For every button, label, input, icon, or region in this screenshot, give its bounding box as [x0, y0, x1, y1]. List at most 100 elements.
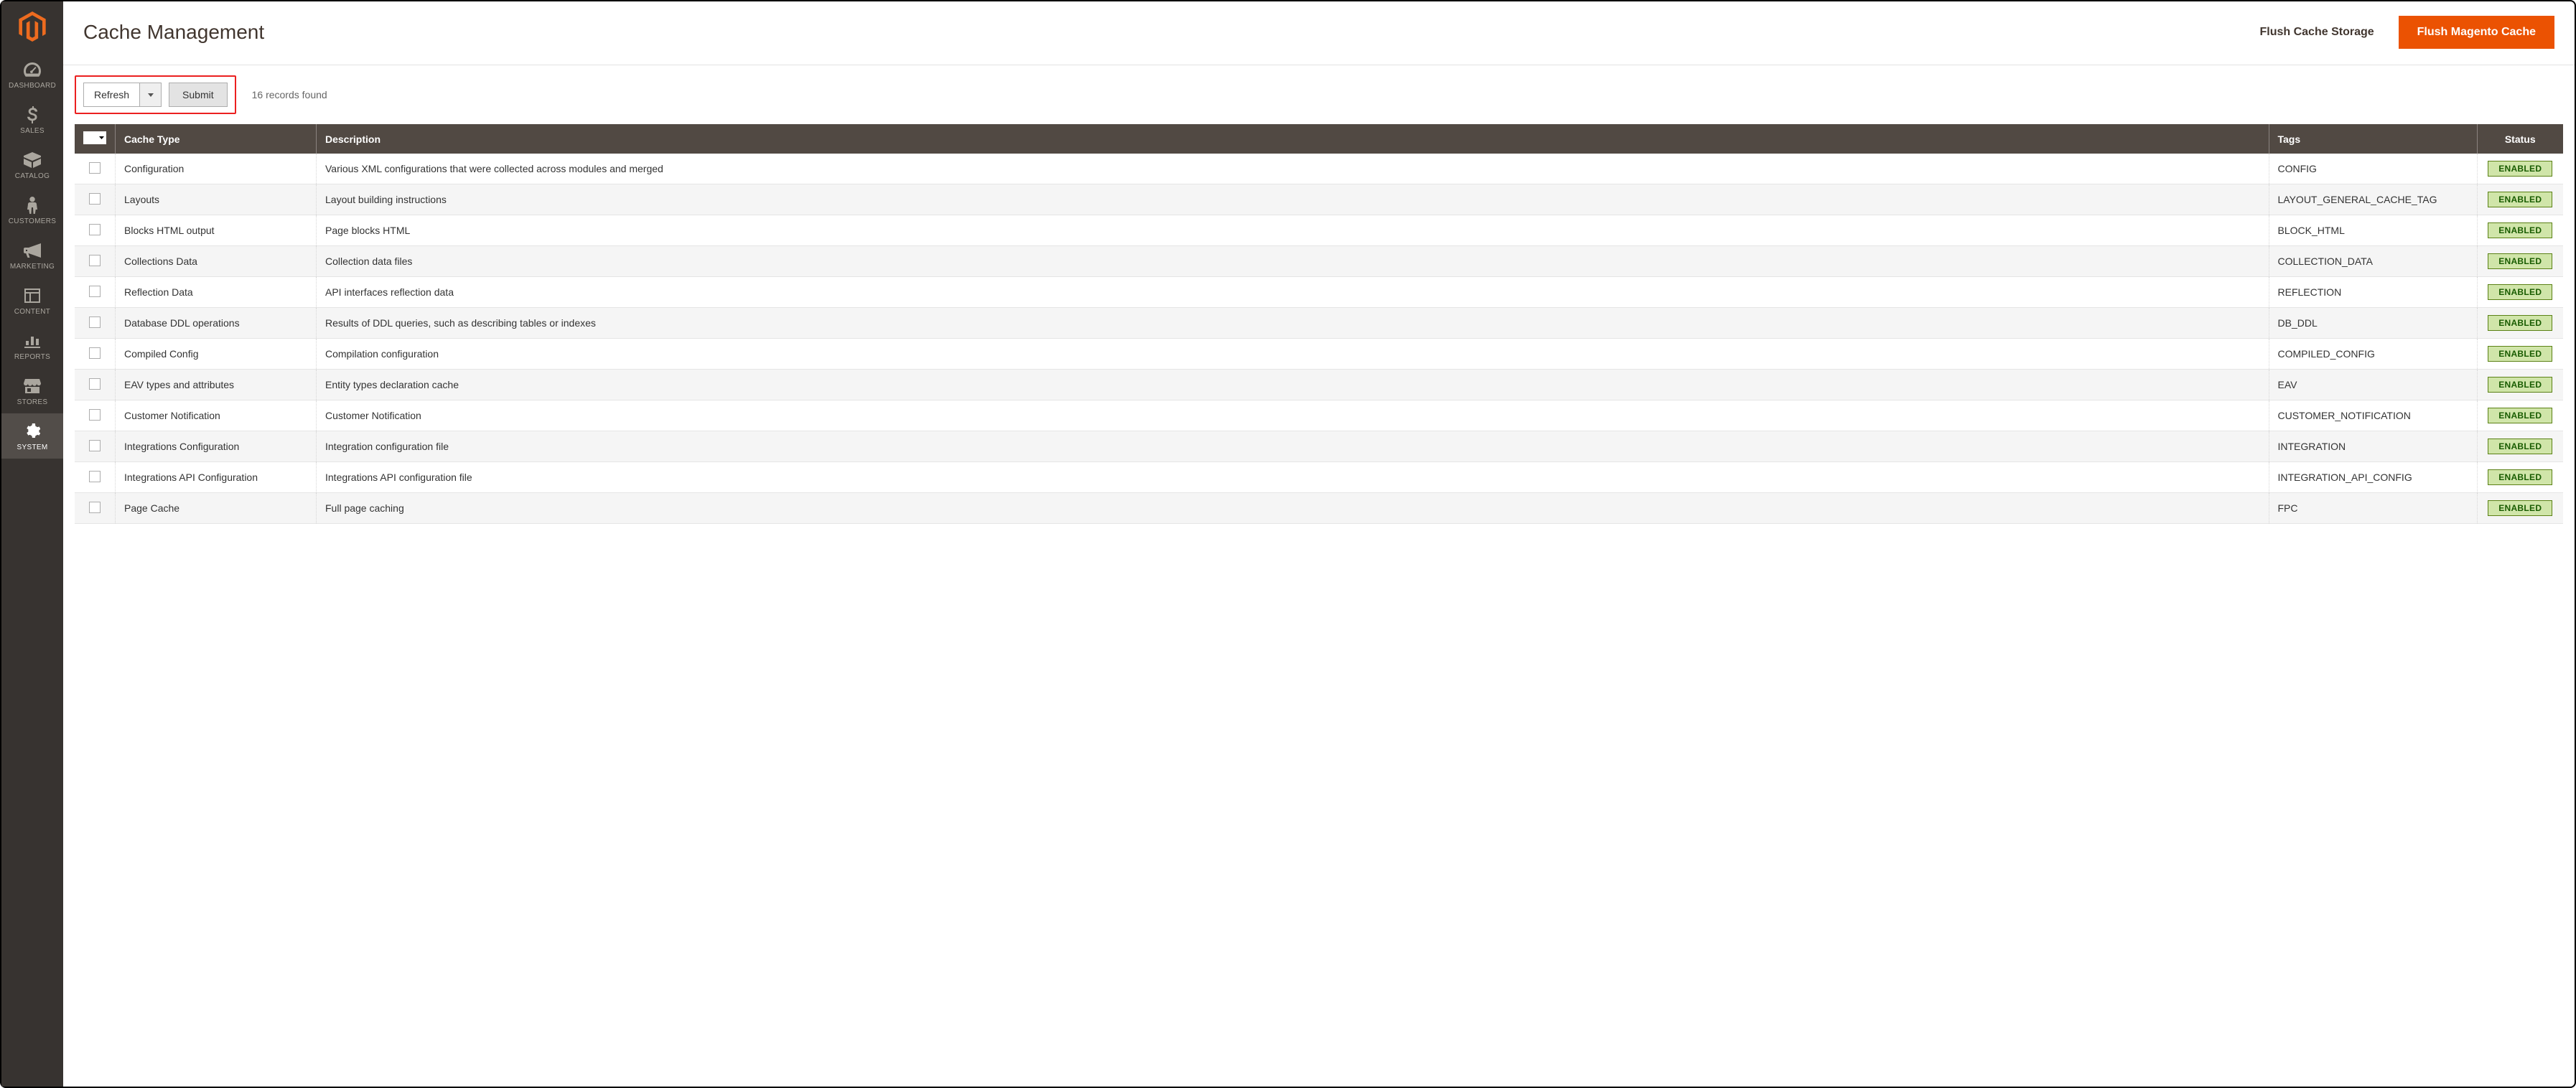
cell-status: ENABLED [2477, 154, 2563, 184]
cell-cache-type: Integrations Configuration [116, 431, 317, 462]
table-row: Page CacheFull page cachingFPC ENABLED [75, 493, 2563, 524]
status-badge: ENABLED [2488, 377, 2552, 393]
table-row: Collections DataCollection data filesCOL… [75, 246, 2563, 277]
row-checkbox[interactable] [89, 255, 101, 266]
cell-cache-type: Configuration [116, 154, 317, 184]
sidebar-item-label: CUSTOMERS [9, 217, 56, 225]
cell-cache-type: Reflection Data [116, 277, 317, 308]
cell-description: Collection data files [317, 246, 2269, 277]
cell-tags: INTEGRATION_API_CONFIG [2269, 462, 2477, 493]
dollar-icon [27, 105, 37, 124]
sidebar-item-label: CONTENT [14, 308, 50, 316]
table-row: EAV types and attributesEntity types dec… [75, 370, 2563, 400]
sidebar-item-label: SALES [20, 127, 45, 135]
sidebar-item-label: REPORTS [14, 353, 50, 361]
cell-description: Integration configuration file [317, 431, 2269, 462]
cell-description: Integrations API configuration file [317, 462, 2269, 493]
cell-description: Layout building instructions [317, 184, 2269, 215]
cell-cache-type: EAV types and attributes [116, 370, 317, 400]
sidebar-item-reports[interactable]: REPORTS [1, 323, 63, 368]
table-row: LayoutsLayout building instructionsLAYOU… [75, 184, 2563, 215]
select-all-dropdown[interactable] [96, 136, 106, 139]
storefront-icon [24, 377, 41, 395]
person-icon [27, 196, 37, 215]
status-badge: ENABLED [2488, 284, 2552, 300]
mass-action-selected-label: Refresh [84, 83, 139, 106]
cell-cache-type: Page Cache [116, 493, 317, 524]
status-badge: ENABLED [2488, 315, 2552, 331]
sidebar-item-sales[interactable]: SALES [1, 97, 63, 142]
sidebar-item-marketing[interactable]: MARKETING [1, 233, 63, 278]
mass-action-select[interactable]: Refresh [83, 83, 162, 107]
cell-description: Page blocks HTML [317, 215, 2269, 246]
row-checkbox[interactable] [89, 502, 101, 513]
cell-description: Full page caching [317, 493, 2269, 524]
row-checkbox[interactable] [89, 316, 101, 328]
status-badge: ENABLED [2488, 439, 2552, 454]
layout-icon [24, 286, 40, 305]
select-all-checkbox[interactable] [83, 131, 96, 144]
flush-magento-cache-button[interactable]: Flush Magento Cache [2399, 16, 2554, 49]
magento-logo[interactable] [1, 1, 63, 52]
cell-cache-type: Database DDL operations [116, 308, 317, 339]
col-header-status[interactable]: Status [2477, 124, 2563, 154]
cell-tags: LAYOUT_GENERAL_CACHE_TAG [2269, 184, 2477, 215]
table-row: Integrations API ConfigurationIntegratio… [75, 462, 2563, 493]
sidebar-item-content[interactable]: CONTENT [1, 278, 63, 323]
row-checkbox[interactable] [89, 286, 101, 297]
flush-cache-storage-button[interactable]: Flush Cache Storage [2244, 16, 2389, 49]
sidebar-item-label: STORES [17, 398, 48, 406]
cell-tags: EAV [2269, 370, 2477, 400]
table-row: Compiled ConfigCompilation configuration… [75, 339, 2563, 370]
cell-description: Entity types declaration cache [317, 370, 2269, 400]
cell-status: ENABLED [2477, 215, 2563, 246]
cell-tags: INTEGRATION [2269, 431, 2477, 462]
row-checkbox[interactable] [89, 347, 101, 359]
row-checkbox[interactable] [89, 224, 101, 235]
cell-status: ENABLED [2477, 246, 2563, 277]
megaphone-icon [24, 241, 41, 260]
bar-chart-icon [24, 332, 40, 350]
cache-table-wrap: Cache Type Description Tags Status Confi… [63, 124, 2575, 1087]
submit-button[interactable]: Submit [169, 83, 228, 107]
col-header-checkbox [75, 124, 116, 154]
cell-tags: DB_DDL [2269, 308, 2477, 339]
row-checkbox[interactable] [89, 193, 101, 205]
status-badge: ENABLED [2488, 469, 2552, 485]
cell-status: ENABLED [2477, 277, 2563, 308]
gear-icon [24, 422, 40, 441]
cell-cache-type: Layouts [116, 184, 317, 215]
sidebar-item-catalog[interactable]: CATALOG [1, 142, 63, 187]
row-checkbox[interactable] [89, 471, 101, 482]
chevron-down-icon[interactable] [139, 83, 161, 106]
sidebar-item-stores[interactable]: STORES [1, 368, 63, 413]
sidebar-item-customers[interactable]: CUSTOMERS [1, 187, 63, 233]
row-checkbox[interactable] [89, 162, 101, 174]
col-header-tags[interactable]: Tags [2269, 124, 2477, 154]
row-checkbox[interactable] [89, 440, 101, 451]
sidebar-item-system[interactable]: SYSTEM [1, 413, 63, 459]
sidebar-item-dashboard[interactable]: DASHBOARD [1, 52, 63, 97]
col-header-cache-type[interactable]: Cache Type [116, 124, 317, 154]
row-checkbox[interactable] [89, 409, 101, 421]
table-row: Customer NotificationCustomer Notificati… [75, 400, 2563, 431]
table-row: Blocks HTML outputPage blocks HTMLBLOCK_… [75, 215, 2563, 246]
status-badge: ENABLED [2488, 253, 2552, 269]
table-row: ConfigurationVarious XML configurations … [75, 154, 2563, 184]
cell-description: Various XML configurations that were col… [317, 154, 2269, 184]
status-badge: ENABLED [2488, 500, 2552, 516]
cell-cache-type: Blocks HTML output [116, 215, 317, 246]
cell-description: Customer Notification [317, 400, 2269, 431]
status-badge: ENABLED [2488, 408, 2552, 423]
cell-tags: FPC [2269, 493, 2477, 524]
status-badge: ENABLED [2488, 192, 2552, 207]
sidebar-item-label: MARKETING [10, 263, 55, 271]
table-row: Database DDL operationsResults of DDL qu… [75, 308, 2563, 339]
highlight-annotation: Refresh Submit [75, 75, 236, 114]
cell-cache-type: Collections Data [116, 246, 317, 277]
cell-tags: BLOCK_HTML [2269, 215, 2477, 246]
col-header-description[interactable]: Description [317, 124, 2269, 154]
cell-status: ENABLED [2477, 184, 2563, 215]
row-checkbox[interactable] [89, 378, 101, 390]
main-panel: Cache Management Flush Cache Storage Flu… [63, 1, 2575, 1087]
